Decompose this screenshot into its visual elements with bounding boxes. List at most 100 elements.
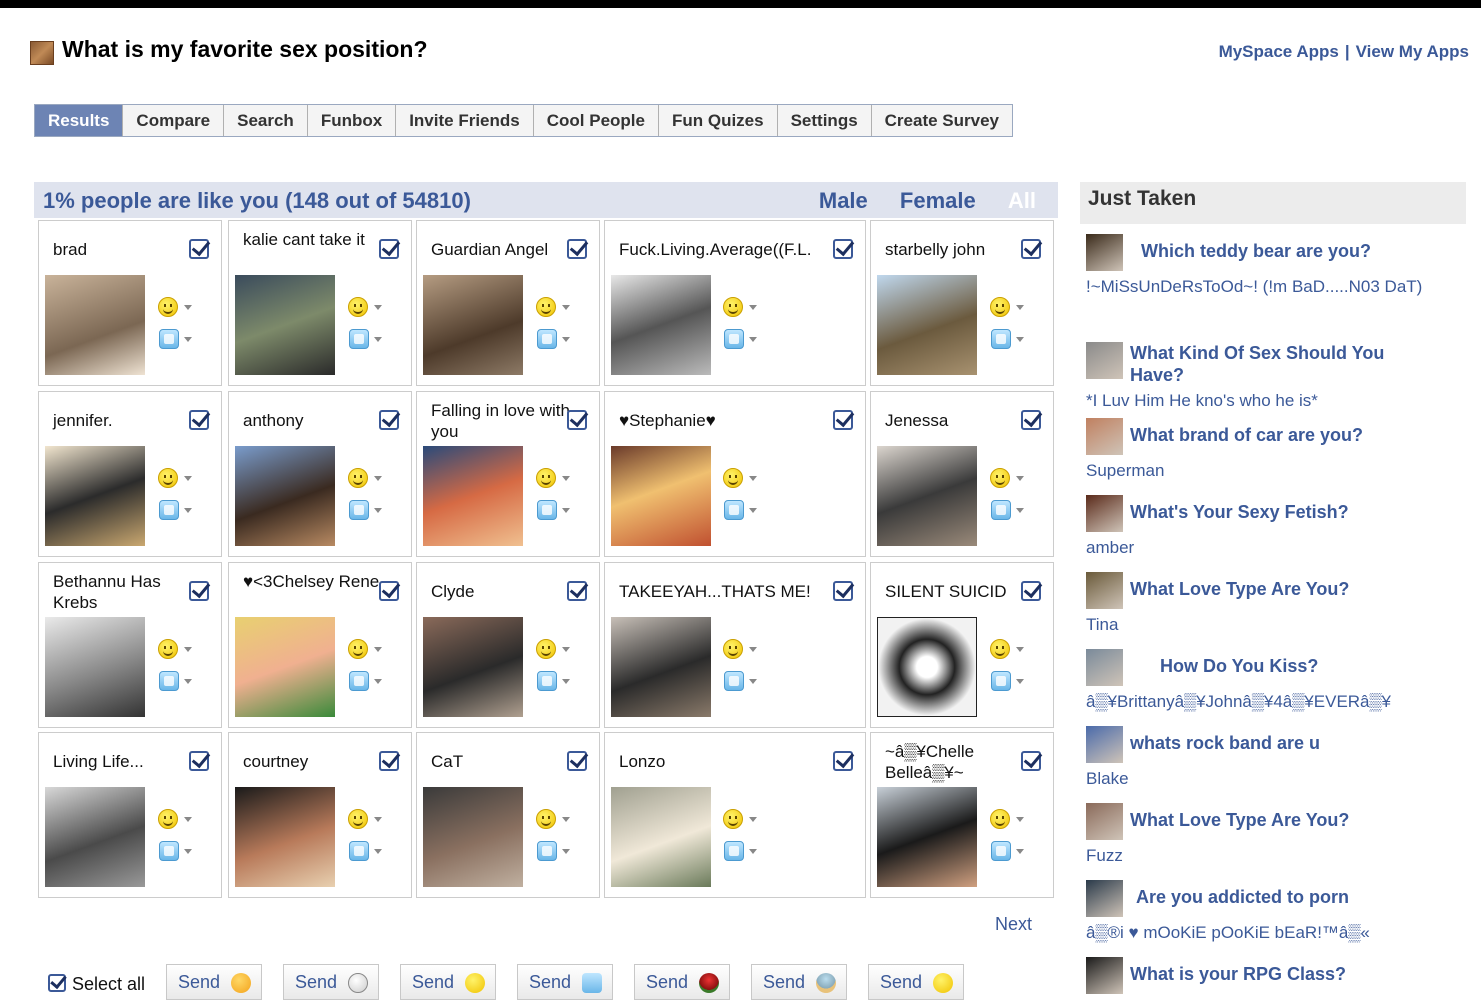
- person-photo[interactable]: [611, 275, 711, 375]
- chevron-down-icon[interactable]: [184, 508, 192, 513]
- chevron-down-icon[interactable]: [1016, 849, 1024, 854]
- person-photo[interactable]: [235, 275, 335, 375]
- chevron-down-icon[interactable]: [749, 305, 757, 310]
- drink-icon[interactable]: [537, 841, 557, 861]
- user-name-link[interactable]: Blake: [1086, 768, 1466, 790]
- person-name[interactable]: SILENT SUICID: [885, 581, 1025, 602]
- person-card[interactable]: jennifer.: [38, 391, 222, 557]
- chevron-down-icon[interactable]: [374, 679, 382, 684]
- person-photo[interactable]: [611, 617, 711, 717]
- person-card[interactable]: Fuck.Living.Average((F.L.: [604, 220, 866, 386]
- smile-icon[interactable]: [990, 639, 1010, 659]
- person-photo[interactable]: [423, 787, 523, 887]
- person-name[interactable]: Bethannu Has Krebs: [53, 571, 193, 613]
- tab-settings[interactable]: Settings: [778, 105, 872, 136]
- select-person-checkbox[interactable]: [833, 751, 853, 771]
- quiz-link[interactable]: Which teddy bear are you?: [1141, 240, 1371, 262]
- person-name[interactable]: ♥Stephanie♥: [619, 410, 829, 431]
- drink-icon[interactable]: [537, 671, 557, 691]
- person-photo[interactable]: [235, 787, 335, 887]
- person-name[interactable]: ♥<3Chelsey Rene: [243, 571, 383, 592]
- drink-icon[interactable]: [991, 841, 1011, 861]
- send-happy-button[interactable]: Send: [868, 964, 964, 1000]
- tab-create-survey[interactable]: Create Survey: [872, 105, 1012, 136]
- chevron-down-icon[interactable]: [184, 305, 192, 310]
- select-person-checkbox[interactable]: [567, 751, 587, 771]
- drink-icon[interactable]: [349, 500, 369, 520]
- chevron-down-icon[interactable]: [562, 679, 570, 684]
- person-photo[interactable]: [235, 446, 335, 546]
- drink-icon[interactable]: [159, 671, 179, 691]
- send-hug-button[interactable]: Send: [283, 964, 379, 1000]
- chevron-down-icon[interactable]: [562, 849, 570, 854]
- select-person-checkbox[interactable]: [379, 410, 399, 430]
- user-thumbnail[interactable]: [1086, 418, 1123, 455]
- chevron-down-icon[interactable]: [184, 647, 192, 652]
- quiz-link[interactable]: What Love Type Are You?: [1130, 578, 1349, 600]
- send-smile-button[interactable]: Send: [400, 964, 496, 1000]
- smile-icon[interactable]: [158, 639, 178, 659]
- person-card[interactable]: Bethannu Has Krebs: [38, 562, 222, 728]
- person-photo[interactable]: [611, 446, 711, 546]
- chevron-down-icon[interactable]: [562, 337, 570, 342]
- drink-icon[interactable]: [991, 500, 1011, 520]
- drink-icon[interactable]: [159, 841, 179, 861]
- tab-search[interactable]: Search: [224, 105, 308, 136]
- chevron-down-icon[interactable]: [374, 849, 382, 854]
- person-photo[interactable]: [877, 617, 977, 717]
- drink-icon[interactable]: [349, 329, 369, 349]
- chevron-down-icon[interactable]: [1016, 476, 1024, 481]
- chevron-down-icon[interactable]: [374, 508, 382, 513]
- user-thumbnail[interactable]: [1086, 957, 1123, 994]
- user-thumbnail[interactable]: [1086, 726, 1123, 763]
- person-name[interactable]: Clyde: [431, 581, 571, 602]
- quiz-link[interactable]: What's Your Sexy Fetish?: [1130, 501, 1349, 523]
- select-person-checkbox[interactable]: [567, 581, 587, 601]
- chevron-down-icon[interactable]: [374, 305, 382, 310]
- chevron-down-icon[interactable]: [562, 817, 570, 822]
- person-photo[interactable]: [877, 787, 977, 887]
- quiz-link[interactable]: What is your RPG Class?: [1130, 963, 1346, 985]
- user-thumbnail[interactable]: [1086, 342, 1123, 379]
- person-photo[interactable]: [45, 446, 145, 546]
- chevron-down-icon[interactable]: [374, 337, 382, 342]
- chevron-down-icon[interactable]: [184, 337, 192, 342]
- person-name[interactable]: ~â▒¥Chelle Belleâ▒¥~: [885, 741, 1025, 783]
- person-name[interactable]: kalie cant take it: [243, 229, 383, 250]
- smile-icon[interactable]: [536, 468, 556, 488]
- user-thumbnail[interactable]: [1086, 572, 1123, 609]
- smile-icon[interactable]: [990, 297, 1010, 317]
- drink-icon[interactable]: [537, 329, 557, 349]
- select-person-checkbox[interactable]: [1021, 239, 1041, 259]
- person-card[interactable]: TAKEEYAH...THATS ME!: [604, 562, 866, 728]
- tab-compare[interactable]: Compare: [123, 105, 225, 136]
- select-person-checkbox[interactable]: [189, 751, 209, 771]
- person-card[interactable]: ♥Stephanie♥: [604, 391, 866, 557]
- person-photo[interactable]: [877, 446, 977, 546]
- smile-icon[interactable]: [348, 297, 368, 317]
- send-kiss-button[interactable]: Send: [166, 964, 262, 1000]
- smile-icon[interactable]: [158, 297, 178, 317]
- chevron-down-icon[interactable]: [184, 679, 192, 684]
- select-person-checkbox[interactable]: [1021, 751, 1041, 771]
- person-card[interactable]: kalie cant take it: [228, 220, 412, 386]
- filter-female[interactable]: Female: [900, 188, 976, 213]
- chevron-down-icon[interactable]: [562, 305, 570, 310]
- chevron-down-icon[interactable]: [1016, 647, 1024, 652]
- person-name[interactable]: Guardian Angel: [431, 239, 571, 260]
- person-name[interactable]: anthony: [243, 410, 383, 431]
- drink-icon[interactable]: [724, 671, 744, 691]
- chevron-down-icon[interactable]: [749, 849, 757, 854]
- filter-all[interactable]: All: [1008, 188, 1036, 213]
- user-name-link[interactable]: !~MiSsUnDeRsToOd~! (!m BaD.....N03 DaT): [1086, 276, 1466, 298]
- person-photo[interactable]: [423, 275, 523, 375]
- person-card[interactable]: ♥<3Chelsey Rene: [228, 562, 412, 728]
- person-card[interactable]: Jenessa: [870, 391, 1054, 557]
- user-name-link[interactable]: â▒¥Brittanyâ▒¥Johnâ▒¥4â▒¥EVERâ▒¥: [1086, 691, 1466, 713]
- select-person-checkbox[interactable]: [833, 410, 853, 430]
- person-photo[interactable]: [45, 275, 145, 375]
- person-name[interactable]: Fuck.Living.Average((F.L.: [619, 239, 829, 260]
- person-photo[interactable]: [423, 617, 523, 717]
- select-person-checkbox[interactable]: [379, 239, 399, 259]
- user-thumbnail[interactable]: [1086, 649, 1123, 686]
